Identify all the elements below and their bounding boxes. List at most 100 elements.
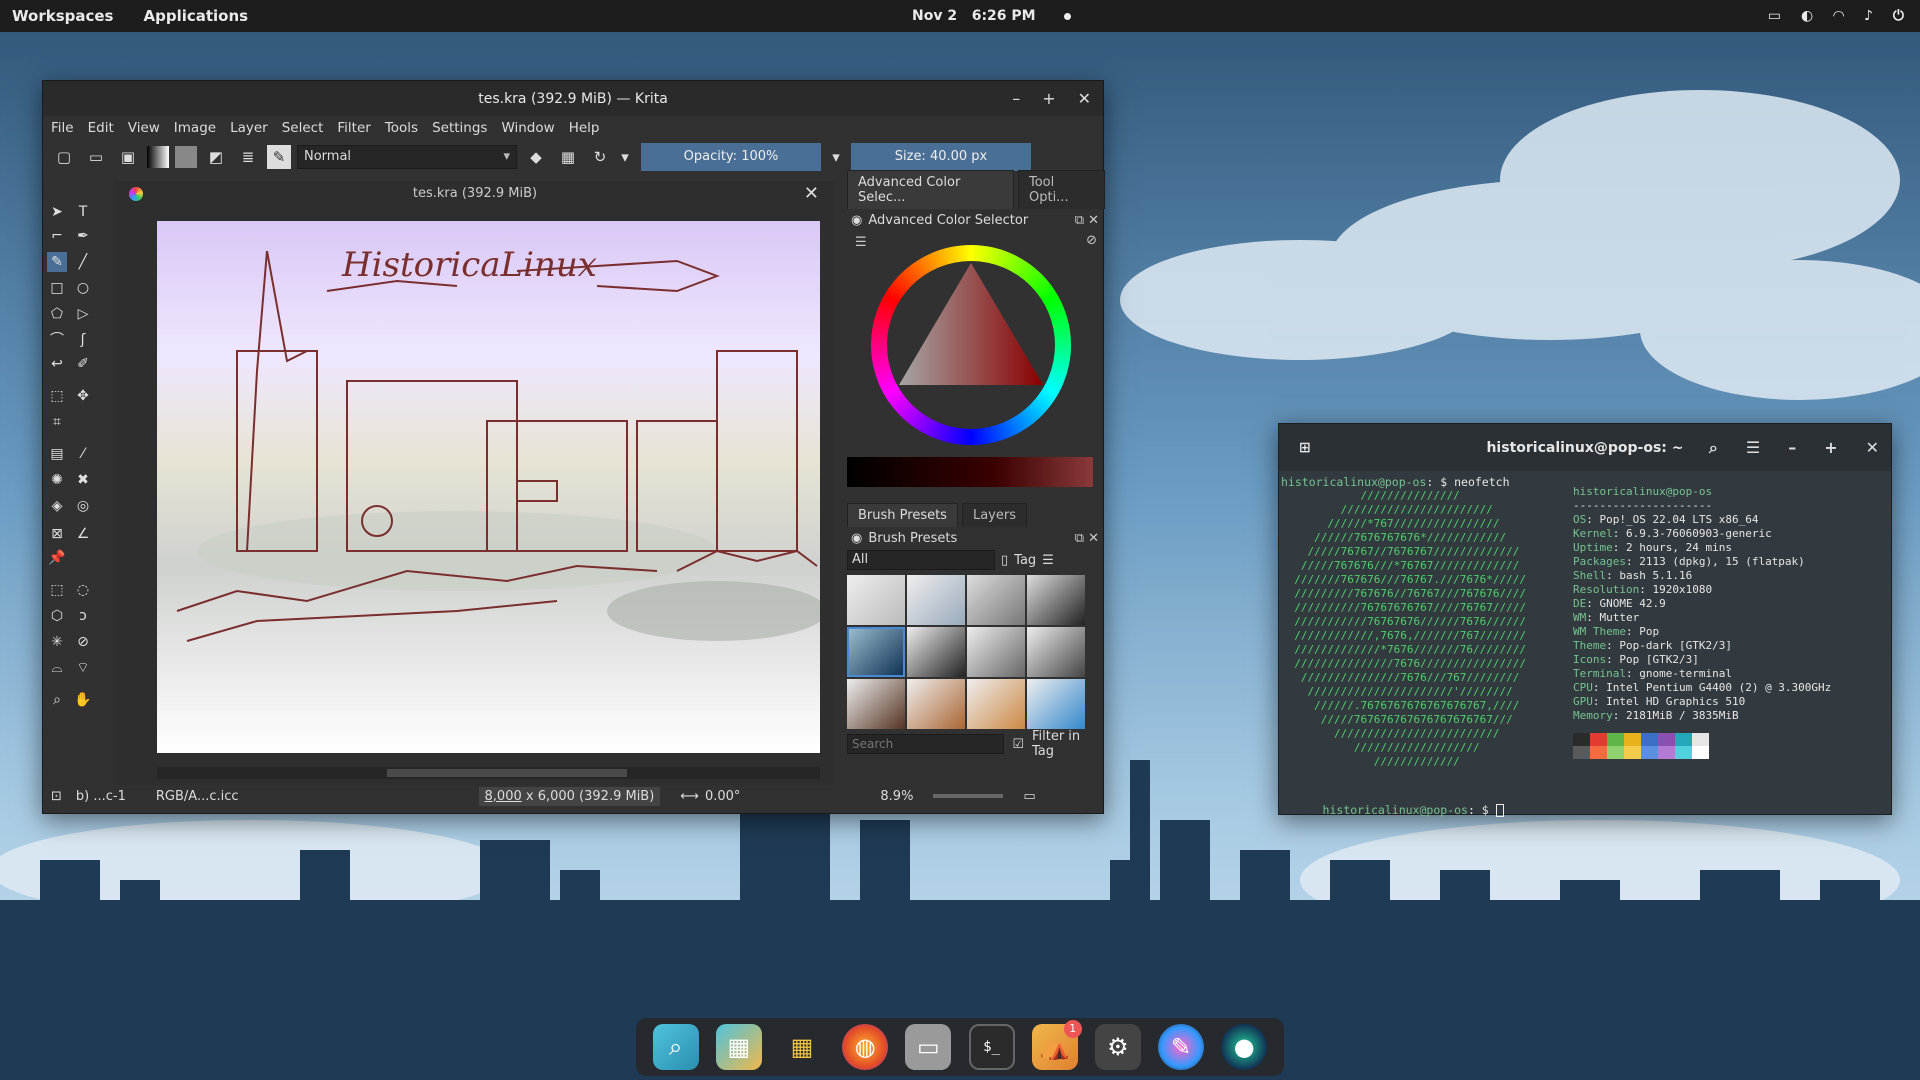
minimize-icon[interactable]: – (1788, 438, 1796, 457)
menu-help[interactable]: Help (569, 120, 600, 136)
tab-layers[interactable]: Layers (961, 503, 1027, 527)
open-folder-icon[interactable]: ▭ (83, 144, 109, 170)
brush-tag-filter[interactable]: All (847, 550, 995, 570)
lock-icon[interactable]: ◉ (851, 213, 862, 228)
freehand-brush-tool-icon[interactable]: ✎ (47, 252, 67, 272)
wifi-icon[interactable]: ◠ (1833, 8, 1844, 24)
firefox-icon[interactable]: ◍ (842, 1024, 889, 1070)
brush-search-input[interactable] (847, 734, 1005, 754)
docker-float-close-icon[interactable]: ⧉ ✕ (1075, 531, 1099, 546)
brush-settings-icon[interactable]: ≣ (235, 144, 261, 170)
brush-preset-item[interactable] (967, 575, 1025, 625)
lock-icon[interactable]: ◉ (851, 531, 862, 546)
terminal-output[interactable]: historicalinux@pop-os: $ neofetch //////… (1279, 471, 1891, 817)
tab-brush-presets[interactable]: Brush Presets (847, 503, 958, 527)
tab-advanced-color-selector[interactable]: Advanced Color Selec... (847, 170, 1014, 209)
krita-app-icon[interactable]: ✎ (1158, 1024, 1205, 1070)
menu-tools[interactable]: Tools (385, 120, 418, 136)
brush-preset-item[interactable] (967, 679, 1025, 729)
pan-tool-icon[interactable]: ✋ (73, 690, 93, 710)
polygon-tool-icon[interactable]: ⬠ (47, 304, 67, 324)
brush-preset-item[interactable] (907, 575, 965, 625)
brush-preset-item[interactable] (967, 627, 1025, 677)
menu-image[interactable]: Image (174, 120, 216, 136)
applications-button[interactable]: Applications (143, 7, 248, 25)
zoom-tool-icon[interactable]: ⌕ (47, 690, 67, 710)
menu-layer[interactable]: Layer (230, 120, 268, 136)
search-icon[interactable]: ⌕ (1709, 438, 1718, 458)
menu-filter[interactable]: Filter (337, 120, 370, 136)
save-icon[interactable]: ▣ (115, 144, 141, 170)
document-titlebar[interactable]: tes.kra (392.9 MiB) ✕ (115, 181, 835, 207)
pattern-icon[interactable] (175, 146, 197, 168)
menu-settings[interactable]: Settings (432, 120, 487, 136)
crop-tool-icon[interactable]: ⌗ (47, 412, 67, 432)
close-document-icon[interactable]: ✕ (804, 181, 819, 207)
menu-edit[interactable]: Edit (88, 120, 114, 136)
menu-window[interactable]: Window (501, 120, 554, 136)
color-picker-app-icon[interactable]: ● (1221, 1024, 1268, 1070)
brush-preset-item[interactable] (847, 575, 905, 625)
new-document-icon[interactable]: ▢ (51, 144, 77, 170)
screen-icon[interactable]: ▭ (1768, 8, 1781, 24)
terminal-titlebar[interactable]: ⊞ historicalinux@pop-os: ~ ⌕ ☰ – + ✕ (1279, 424, 1891, 471)
magnetic-select-tool-icon[interactable]: ⌔ (73, 658, 93, 678)
opacity-slider[interactable]: Opacity: 100% (641, 143, 821, 171)
canvas-horizontal-scrollbar[interactable] (157, 767, 820, 779)
close-icon[interactable]: ✕ (1078, 89, 1091, 108)
rect-select-tool-icon[interactable]: ⬚ (47, 580, 67, 600)
tab-tool-options[interactable]: Tool Opti... (1017, 170, 1105, 209)
contiguous-select-tool-icon[interactable]: ✳ (47, 632, 67, 652)
ellipse-select-tool-icon[interactable]: ◌ (73, 580, 93, 600)
smart-patch-tool-icon[interactable]: ✖ (73, 470, 93, 490)
pop-shop-icon[interactable]: ⛺ 1 (1031, 1020, 1082, 1070)
reload-preset-icon[interactable]: ↻ (587, 144, 613, 170)
ellipse-tool-icon[interactable]: ○ (73, 278, 93, 298)
brush-preset-item[interactable] (847, 679, 905, 729)
freehand-path-tool-icon[interactable]: ʃ (73, 330, 93, 350)
size-slider[interactable]: Size: 40.00 px (851, 143, 1031, 171)
bezier-tool-icon[interactable]: ⌒ (47, 330, 67, 350)
polyline-tool-icon[interactable]: ▷ (73, 304, 93, 324)
new-tab-icon[interactable]: ⊞ (1299, 440, 1311, 456)
menu-select[interactable]: Select (282, 120, 324, 136)
app-grid-icon[interactable]: ▦ (779, 1024, 825, 1070)
brush-preset-item[interactable] (847, 627, 905, 677)
color-wheel[interactable]: ☰ ⊘ (845, 231, 1105, 487)
assistant-tool-icon[interactable]: ⊠ (47, 524, 67, 544)
zoom-slider[interactable] (933, 794, 1004, 798)
rectangle-tool-icon[interactable]: □ (47, 278, 67, 298)
settings-icon[interactable]: ⚙ (1094, 1024, 1141, 1070)
fill-tool-icon[interactable]: ◈ (47, 496, 67, 516)
text-tool-icon[interactable]: T (73, 202, 93, 222)
measure-tool-icon[interactable]: ∠ (73, 524, 93, 544)
opacity-dropdown-icon[interactable]: ▾ (827, 144, 845, 170)
enclose-fill-tool-icon[interactable]: ◎ (73, 496, 93, 516)
minimize-icon[interactable]: – (1012, 89, 1020, 108)
value-bar[interactable] (847, 457, 1093, 487)
multibrush-tool-icon[interactable]: ✐ (73, 354, 93, 374)
close-icon[interactable]: ✕ (1866, 438, 1879, 457)
brush-preset-item[interactable] (1027, 627, 1085, 677)
color-picker-tool-icon[interactable]: ⁄ (73, 444, 93, 464)
eraser-icon[interactable]: ◆ (523, 144, 549, 170)
tag-icon[interactable]: ▯ (1001, 553, 1008, 568)
menu-view[interactable]: View (128, 120, 160, 136)
brush-preset-item[interactable] (907, 679, 965, 729)
alpha-lock-icon[interactable]: ▦ (555, 144, 581, 170)
fg-bg-color-icon[interactable]: ◩ (203, 144, 229, 170)
blend-mode-select[interactable]: Normal (297, 145, 517, 169)
workspaces-button[interactable]: Workspaces (12, 7, 113, 25)
color-icon[interactable]: ◐ (1801, 8, 1813, 24)
polygon-select-tool-icon[interactable]: ⬡ (47, 606, 67, 626)
gradient-tool-icon[interactable]: ▤ (47, 444, 67, 464)
dynamic-brush-tool-icon[interactable]: ↩ (47, 354, 67, 374)
filter-in-tag-checkbox[interactable]: ☑ (1012, 737, 1024, 752)
clock[interactable]: Nov 2 6:26 PM (912, 0, 1072, 32)
list-view-icon[interactable]: ☰ (1042, 553, 1054, 568)
brush-preset-item[interactable] (907, 627, 965, 677)
calligraphy-tool-icon[interactable]: ✒ (73, 226, 93, 246)
maximize-icon[interactable]: + (1824, 438, 1837, 457)
canvas-only-icon[interactable]: ▭ (1023, 789, 1035, 804)
brush-preset-icon[interactable]: ✎ (267, 145, 291, 169)
